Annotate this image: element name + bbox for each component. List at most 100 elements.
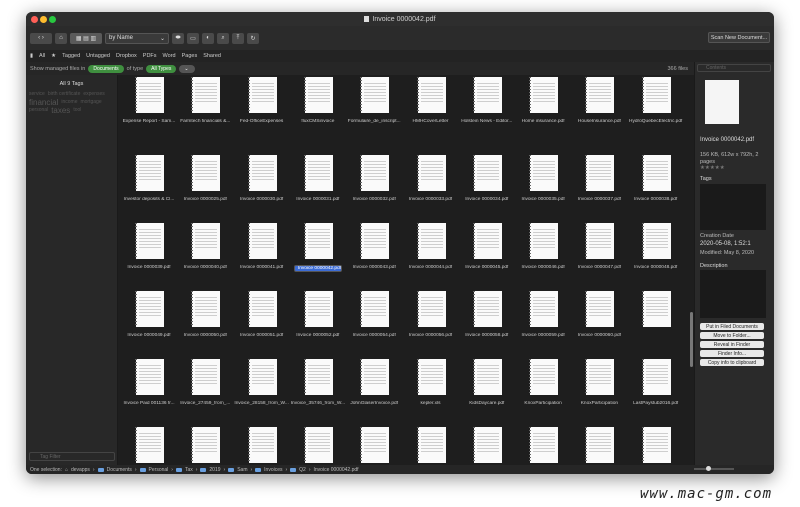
file-item[interactable]: Invoice 0000034.pdf xyxy=(459,145,515,213)
file-item[interactable]: kepler.xls xyxy=(403,349,459,417)
filter-shared[interactable]: Shared xyxy=(203,53,221,59)
zoom-window-button[interactable] xyxy=(49,16,56,23)
file-item[interactable]: HydroQuebecElectric.pdf xyxy=(628,77,684,145)
file-item[interactable]: Invoice_28158_from_W... xyxy=(234,349,290,417)
file-item[interactable] xyxy=(234,417,290,465)
file-item[interactable] xyxy=(177,417,233,465)
path-item[interactable]: Q2 xyxy=(299,467,306,473)
tag-item[interactable]: service xyxy=(29,91,45,98)
file-item[interactable]: HouseInsurance.pdf xyxy=(571,77,627,145)
close-window-button[interactable] xyxy=(31,16,38,23)
file-item[interactable]: Invoice_35746_from_W... xyxy=(290,349,346,417)
view-mode-toggle[interactable]: ▦ ▤ ▥ xyxy=(70,32,102,44)
file-item[interactable] xyxy=(571,417,627,465)
type-select[interactable]: All Types xyxy=(146,64,177,73)
home-icon[interactable]: ⌂ xyxy=(55,32,67,44)
file-item[interactable] xyxy=(346,417,402,465)
file-item[interactable]: Invoice 0000037.pdf xyxy=(571,145,627,213)
contents-search-input[interactable]: Contents xyxy=(697,64,771,72)
file-item[interactable]: Invoice 0000025.pdf xyxy=(177,145,233,213)
file-item[interactable] xyxy=(515,417,571,465)
file-item[interactable]: KidsDaycare.pdf xyxy=(459,349,515,417)
file-item[interactable]: Invoice 0000032.pdf xyxy=(346,145,402,213)
tag-item[interactable]: expenses xyxy=(83,91,104,98)
filter-all[interactable]: All xyxy=(39,53,45,59)
path-item[interactable]: 2019 xyxy=(209,467,220,473)
file-item[interactable]: Invoice 0000031.pdf xyxy=(290,145,346,213)
file-item[interactable] xyxy=(628,281,684,349)
file-item[interactable]: Home insurance.pdf xyxy=(515,77,571,145)
file-item[interactable]: Invoice 0000043.pdf xyxy=(346,213,402,281)
file-item[interactable]: Invoice 0000035.pdf xyxy=(515,145,571,213)
file-item[interactable]: Invoice 0000039.pdf xyxy=(121,213,177,281)
extra-filter-select[interactable]: ⌄ xyxy=(179,64,196,73)
color-icon[interactable]: ◐ xyxy=(202,32,214,44)
file-item[interactable]: Fed-OfficeExpenses xyxy=(234,77,290,145)
path-item[interactable]: Personal xyxy=(149,467,169,473)
file-item[interactable]: Invoice 0000054.pdf xyxy=(346,281,402,349)
file-item[interactable]: Holstein News - Editor... xyxy=(459,77,515,145)
path-item[interactable]: devapps xyxy=(71,467,90,473)
path-item[interactable]: Invoices xyxy=(264,467,282,473)
tag-item[interactable]: financial xyxy=(29,99,58,107)
file-item[interactable]: Invoice 0000030.pdf xyxy=(234,145,290,213)
file-item[interactable]: Invoice 0000045.pdf xyxy=(459,213,515,281)
file-item[interactable]: HMHCoverLetter xyxy=(403,77,459,145)
tag-item[interactable]: personal xyxy=(29,107,48,114)
file-item[interactable]: Invoice 0000038.pdf xyxy=(628,145,684,213)
refresh-icon[interactable]: ↻ xyxy=(247,32,259,44)
file-item[interactable]: Invoice 0000047.pdf xyxy=(571,213,627,281)
filter-dropbox[interactable]: Dropbox xyxy=(116,53,137,59)
tag-item[interactable]: mortgage xyxy=(80,99,101,106)
file-item[interactable]: Invoice 0000033.pdf xyxy=(403,145,459,213)
tag-filter-input[interactable]: Tag Filter xyxy=(29,452,115,461)
tag-icon[interactable]: ⬬ xyxy=(172,32,184,44)
file-item[interactable]: fluxCMSinvoice xyxy=(290,77,346,145)
file-item[interactable] xyxy=(403,417,459,465)
file-item[interactable]: Investor deposits & Cl... xyxy=(121,145,177,213)
path-item[interactable]: Invoice 0000042.pdf xyxy=(314,467,359,473)
file-item[interactable]: Formulaire_de_inscript... xyxy=(346,77,402,145)
put-in-filed-documents-button[interactable]: Put in Filed Documents xyxy=(700,323,764,330)
file-item[interactable]: JohnGlaserInvoice.pdf xyxy=(346,349,402,417)
path-item[interactable]: Tax xyxy=(185,467,193,473)
file-item[interactable]: KnoxParticipation xyxy=(571,349,627,417)
sort-select[interactable]: by Name ⌄ xyxy=(105,32,169,44)
file-item[interactable]: Invoice_27459_from_... xyxy=(177,349,233,417)
tag-item[interactable]: birth certificate xyxy=(48,91,81,98)
filter-untagged[interactable]: Untagged xyxy=(86,53,110,59)
file-item[interactable] xyxy=(628,417,684,465)
file-item[interactable]: Expense Report - Sam... xyxy=(121,77,177,145)
file-item[interactable]: Invoice 0000056.pdf xyxy=(403,281,459,349)
copy-info-button[interactable]: Copy info to clipboard xyxy=(700,359,764,366)
file-item[interactable]: Invoice 0000042.pdf xyxy=(290,213,346,281)
file-item[interactable]: Invoice 0000040.pdf xyxy=(177,213,233,281)
file-item[interactable]: Invoice 0000058.pdf xyxy=(459,281,515,349)
scan-new-document-button[interactable]: Scan New Document... xyxy=(708,32,770,43)
tag-item[interactable]: tool xyxy=(73,107,81,114)
share-icon[interactable]: ⤒ xyxy=(232,32,244,44)
tag-item[interactable]: income xyxy=(61,99,77,106)
tag-item[interactable]: taxes xyxy=(51,107,70,115)
creation-date-value[interactable]: 2020-05-08, 1:52:1 xyxy=(700,241,751,247)
file-item[interactable]: Invoice 0000046.pdf xyxy=(515,213,571,281)
thumbnail-size-slider[interactable] xyxy=(694,466,734,471)
file-item[interactable]: Invoice 0000052.pdf xyxy=(290,281,346,349)
file-item[interactable]: Invoice 0000059.pdf xyxy=(515,281,571,349)
file-item[interactable]: KnoxParticipation xyxy=(515,349,571,417)
file-item[interactable]: Invoice 0000048.pdf xyxy=(628,213,684,281)
path-item[interactable]: Documents xyxy=(107,467,132,473)
filter-word[interactable]: Word xyxy=(163,53,176,59)
file-item[interactable] xyxy=(121,417,177,465)
filter-tagged[interactable]: Tagged xyxy=(62,53,80,59)
folder-icon[interactable]: ▭ xyxy=(187,32,199,44)
move-to-folder-button[interactable]: Move to Folder... xyxy=(700,332,764,339)
location-select[interactable]: Documents xyxy=(88,64,124,73)
minimize-window-button[interactable] xyxy=(40,16,47,23)
tags-field[interactable] xyxy=(700,184,766,230)
back-forward-button[interactable]: ‹ › xyxy=(30,32,52,44)
file-item[interactable]: Invoice 0000051.pdf xyxy=(234,281,290,349)
rating-stars[interactable]: ★★★★★ xyxy=(700,165,725,171)
file-item[interactable]: LastPaystub2016.pdf xyxy=(628,349,684,417)
filter-pdfs[interactable]: PDFs xyxy=(143,53,157,59)
